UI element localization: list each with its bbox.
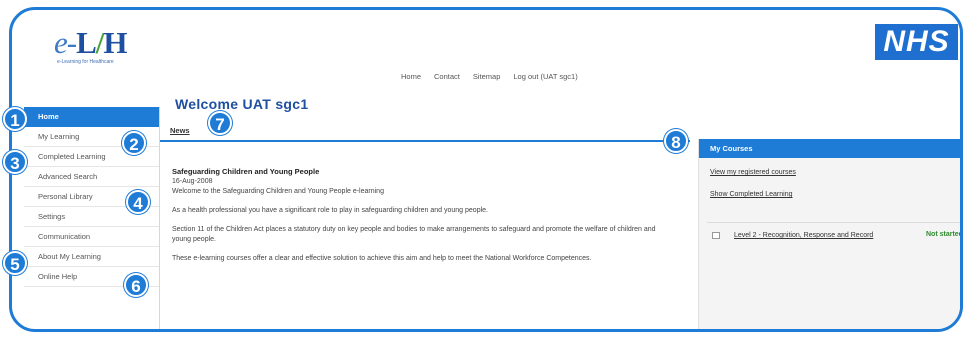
article-intro: Welcome to the Safeguarding Children and…	[172, 188, 384, 195]
header: e-L/H e-Learning for Healthcare Home Con…	[12, 10, 960, 88]
elfh-logo[interactable]: e-L/H e-Learning for Healthcare	[54, 25, 128, 65]
callout-badge-4: 4	[126, 190, 150, 214]
page-title: Welcome UAT sgc1	[175, 96, 309, 112]
tab-news[interactable]: News	[170, 126, 190, 135]
course-link[interactable]: Level 2 - Recognition, Response and Reco…	[734, 231, 899, 240]
callout-badge-7: 7	[208, 111, 232, 135]
article-date: 16-Aug-2008	[172, 178, 213, 185]
article-paragraph-1: As a health professional you have a sign…	[172, 207, 488, 214]
callout-badge-2: 2	[122, 131, 146, 155]
sidebar-item-home[interactable]: Home	[24, 107, 159, 127]
sidebar-item-advanced-search[interactable]: Advanced Search	[24, 167, 159, 187]
article-title: Safeguarding Children and Young People	[172, 167, 320, 176]
nav-contact-link[interactable]: Contact	[434, 72, 460, 81]
courses-divider	[707, 222, 960, 223]
callout-badge-8: 8	[664, 129, 688, 153]
callout-badge-5: 5	[3, 251, 27, 275]
nav-home-link[interactable]: Home	[401, 72, 421, 81]
show-completed-learning-link[interactable]: Show Completed Learning	[710, 191, 793, 198]
sidebar-item-communication[interactable]: Communication	[24, 227, 159, 247]
top-navigation: Home Contact Sitemap Log out (UAT sgc1)	[401, 72, 578, 81]
sidebar-divider	[159, 107, 160, 329]
callout-badge-1: 1	[3, 107, 27, 131]
nav-logout-link[interactable]: Log out (UAT sgc1)	[513, 72, 577, 81]
logo-wordmark: e-L/H	[54, 25, 128, 60]
nhs-logo: NHS	[875, 24, 958, 60]
my-courses-panel: My Courses View my registered courses Sh…	[698, 139, 963, 329]
article-paragraph-3: These e-learning courses offer a clear a…	[172, 255, 592, 262]
tab-underline	[160, 140, 690, 142]
app-frame: e-L/H e-Learning for Healthcare Home Con…	[9, 7, 963, 332]
callout-badge-6: 6	[124, 273, 148, 297]
nav-sitemap-link[interactable]: Sitemap	[473, 72, 501, 81]
news-article: Safeguarding Children and Young People 1…	[172, 167, 672, 264]
course-icon	[712, 232, 720, 239]
article-paragraph-2: Section 11 of the Children Act places a …	[172, 226, 656, 243]
sidebar-item-about-my-learning[interactable]: About My Learning	[24, 247, 159, 267]
view-registered-courses-link[interactable]: View my registered courses	[710, 169, 796, 176]
course-status: Not started	[926, 231, 963, 238]
my-courses-header: My Courses	[699, 139, 960, 158]
callout-badge-3: 3	[3, 150, 27, 174]
